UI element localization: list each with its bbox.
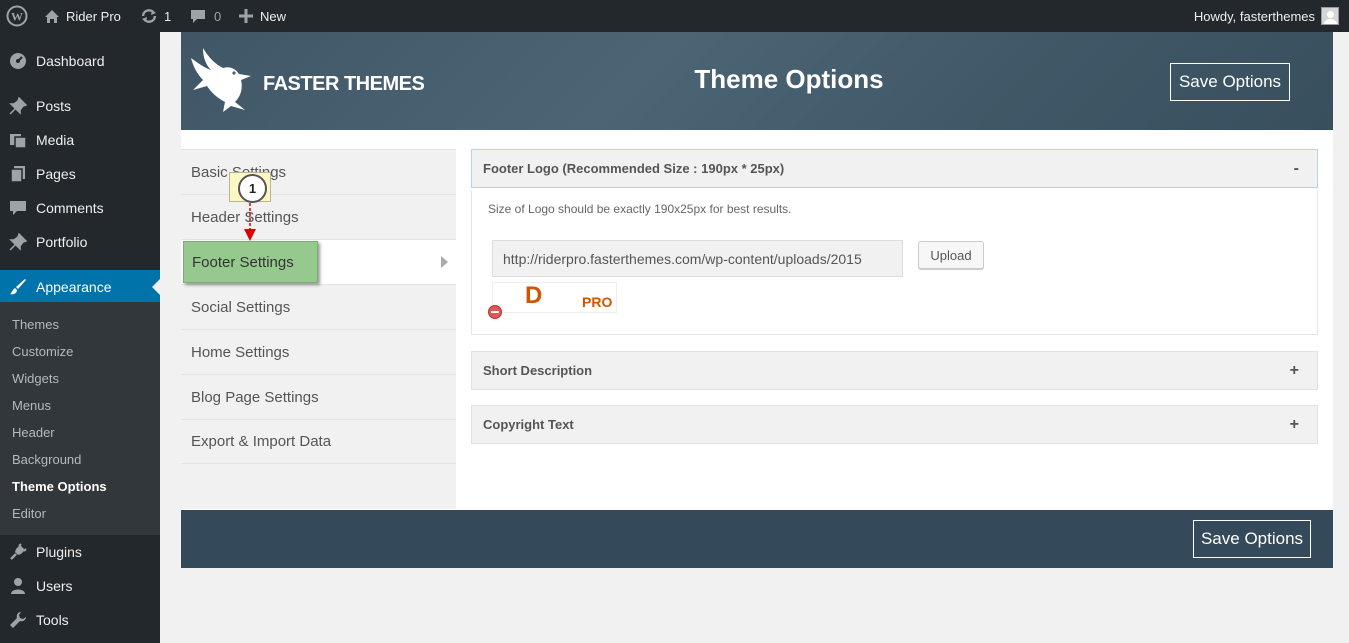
howdy-text: Howdy, fasterthemes [1193, 8, 1315, 24]
sidebar-item-label: Users [36, 578, 73, 594]
submenu-item-widgets[interactable]: Widgets [12, 368, 59, 388]
footer-logo-section-body: Size of Logo should be exactly 190x25px … [471, 190, 1318, 335]
tab-label: Export & Import Data [191, 433, 332, 450]
logo-help-text: Size of Logo should be exactly 190x25px … [488, 202, 792, 216]
sidebar-item-media[interactable]: Media [0, 123, 160, 157]
admin-sidebar: Dashboard Posts Media Pages Comments Por… [0, 32, 160, 643]
user-icon [0, 577, 36, 595]
brush-icon [0, 278, 36, 296]
updates-link[interactable]: 1 [140, 0, 171, 32]
submenu-item-editor[interactable]: Editor [12, 503, 46, 523]
submenu-item-header[interactable]: Header [12, 422, 55, 442]
sidebar-item-dashboard[interactable]: Dashboard [0, 44, 160, 78]
sidebar-item-pages[interactable]: Pages [0, 157, 160, 191]
media-icon [0, 131, 36, 149]
tab-label: Blog Page Settings [191, 388, 319, 406]
panel-footer: Save Options [181, 510, 1333, 568]
annotation-number: 1 [238, 174, 267, 203]
save-options-button-top[interactable]: Save Options [1170, 63, 1290, 101]
submenu-item-customize[interactable]: Customize [12, 341, 73, 361]
section-title: Short Description [483, 363, 593, 378]
sidebar-item-plugins[interactable]: Plugins [0, 535, 160, 569]
short-description-section-header[interactable]: Short Description + [471, 351, 1318, 390]
sidebar-item-posts[interactable]: Posts [0, 89, 160, 123]
svg-text:W: W [11, 10, 23, 24]
expand-toggle[interactable]: + [1290, 416, 1299, 434]
sidebar-item-label: Tools [36, 612, 69, 628]
sidebar-item-label: Posts [36, 98, 72, 114]
plug-icon [0, 543, 36, 561]
sidebar-item-label: Portfolio [36, 234, 88, 250]
arrow-right-icon [441, 256, 448, 268]
save-options-button-bottom[interactable]: Save Options [1193, 520, 1311, 558]
logo-url-input[interactable]: http://riderpro.fasterthemes.com/wp-cont… [492, 240, 903, 277]
comment-icon [0, 200, 36, 216]
footer-settings-highlight[interactable]: Footer Settings [183, 241, 318, 283]
sidebar-item-tools[interactable]: Tools [0, 603, 160, 637]
submenu-item-background[interactable]: Background [12, 449, 81, 469]
upload-button[interactable]: Upload [918, 241, 984, 269]
section-title: Copyright Text [483, 417, 574, 432]
tab-social-settings[interactable]: Social Settings [181, 284, 456, 329]
tab-header-settings[interactable]: Header Settings [181, 194, 456, 239]
section-title: Footer Logo (Recommended Size : 190px * … [483, 161, 785, 176]
pages-icon [0, 165, 36, 183]
refresh-icon [140, 8, 158, 24]
tab-blog-page-settings[interactable]: Blog Page Settings [181, 374, 456, 419]
tab-label: Social Settings [191, 298, 291, 316]
pin-icon [0, 97, 36, 115]
settings-tabs: Basic Settings Header Settings Social Se… [181, 149, 456, 509]
new-label: New [260, 8, 287, 24]
sidebar-item-users[interactable]: Users [0, 569, 160, 603]
home-icon [44, 9, 60, 24]
tab-home-settings[interactable]: Home Settings [181, 329, 456, 374]
comments-count: 0 [214, 8, 222, 24]
remove-icon[interactable] [488, 305, 502, 319]
updates-count: 1 [164, 8, 172, 24]
sidebar-item-label: Dashboard [36, 53, 105, 69]
copyright-section-header[interactable]: Copyright Text + [471, 405, 1318, 444]
annotation-arrow-icon [244, 203, 256, 241]
tab-basic-settings[interactable]: Basic Settings [181, 149, 456, 194]
pin-icon [0, 233, 36, 251]
appearance-submenu: Themes Customize Widgets Menus Header Ba… [0, 302, 160, 535]
sidebar-item-comments[interactable]: Comments [0, 191, 160, 225]
logo-preview-letter: D [525, 282, 543, 309]
sidebar-item-label: Pages [36, 166, 76, 182]
collapse-toggle[interactable]: - [1294, 160, 1299, 178]
submenu-item-theme-options[interactable]: Theme Options [12, 476, 107, 496]
logo-preview: D PRO [492, 282, 617, 313]
site-name-link[interactable]: Rider Pro [44, 0, 121, 32]
wrench-icon [0, 611, 36, 629]
dashboard-icon [0, 52, 36, 70]
sidebar-item-label: Plugins [36, 544, 82, 560]
submenu-item-themes[interactable]: Themes [12, 314, 59, 334]
tab-export-import-data[interactable]: Export & Import Data [181, 419, 456, 464]
panel-header: FASTER THEMES Theme Options Save Options [181, 32, 1333, 130]
sidebar-item-label: Comments [36, 200, 104, 216]
site-name: Rider Pro [66, 8, 121, 24]
wordpress-logo-icon[interactable]: W [6, 0, 28, 32]
tab-label: Home Settings [191, 343, 290, 361]
admin-bar: W Rider Pro 1 0 New Howdy, fasterthemes [0, 0, 1349, 32]
expand-toggle[interactable]: + [1290, 362, 1299, 380]
submenu-item-menus[interactable]: Menus [12, 395, 51, 415]
comments-link[interactable]: 0 [190, 0, 221, 32]
sidebar-item-portfolio[interactable]: Portfolio [0, 225, 160, 259]
avatar [1321, 7, 1339, 25]
theme-options-panel: FASTER THEMES Theme Options Save Options… [181, 32, 1333, 568]
comment-icon [190, 9, 206, 24]
my-account-link[interactable]: Howdy, fasterthemes [1194, 0, 1339, 32]
plus-icon [239, 9, 253, 23]
tab-label: Footer Settings [192, 253, 294, 271]
sidebar-item-label: Appearance [36, 279, 112, 295]
new-content-link[interactable]: New [239, 0, 286, 32]
logo-preview-pro: PRO [582, 294, 613, 310]
sidebar-item-label: Media [36, 132, 75, 148]
sidebar-item-appearance[interactable]: Appearance [0, 270, 160, 304]
footer-logo-section-header[interactable]: Footer Logo (Recommended Size : 190px * … [471, 149, 1318, 188]
